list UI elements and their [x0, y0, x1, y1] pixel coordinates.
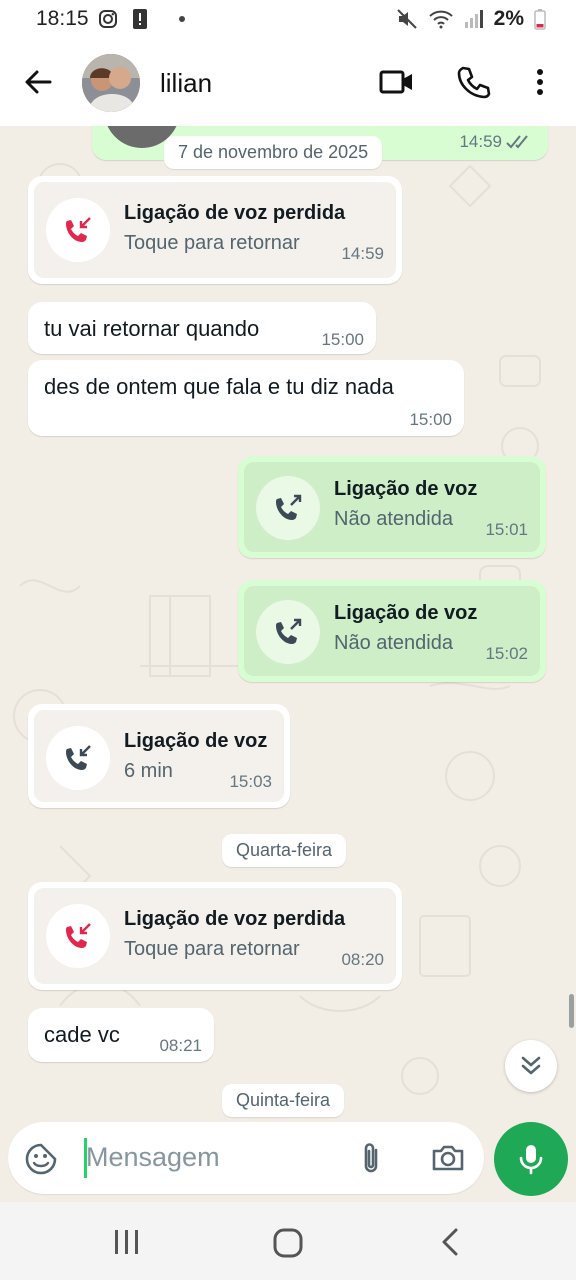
date-separator: Quinta-feira: [222, 1084, 345, 1117]
composer-bar: Mensagem: [0, 1120, 576, 1202]
mute-icon: [396, 9, 417, 29]
message-text: cade vc: [44, 1022, 120, 1047]
back-button[interactable]: [20, 64, 56, 100]
instagram-icon: [99, 10, 117, 28]
mic-icon: [519, 1145, 543, 1175]
message-time: 14:59: [341, 244, 384, 263]
message-bubble-in[interactable]: cade vc 08:21: [28, 1008, 214, 1062]
back-arrow-icon: [25, 70, 52, 94]
date-separator: 7 de novembro de 2025: [164, 136, 383, 169]
call-bubble-missed[interactable]: Ligação de voz perdida Toque para retorn…: [28, 176, 402, 284]
message-text: des de ontem que fala e tu diz nada: [44, 374, 394, 399]
signal-icon: [464, 10, 483, 28]
call-bubble-outgoing[interactable]: Ligação de voz Não atendida 15:02: [238, 580, 546, 682]
voice-call-button[interactable]: [455, 64, 491, 100]
call-subtitle: 6 min: [124, 760, 173, 782]
camera-icon[interactable]: [430, 1141, 466, 1175]
outgoing-call-icon: [276, 494, 302, 520]
call-icon-wrapper: [46, 726, 110, 790]
call-subtitle: Não atendida: [334, 508, 453, 530]
missed-call-icon: [66, 923, 91, 948]
wifi-icon: [428, 10, 453, 29]
call-icon-wrapper: [46, 904, 110, 968]
call-title: Ligação de voz perdida: [124, 908, 346, 930]
more-options-button[interactable]: [522, 64, 558, 100]
message-bubble-in[interactable]: tu vai retornar quando 15:00: [28, 302, 376, 354]
recent-apps-icon[interactable]: [112, 1228, 142, 1256]
voice-call-icon: [457, 66, 491, 99]
video-call-icon: [379, 70, 412, 94]
call-title: Ligação de voz perdida: [124, 202, 346, 224]
home-icon[interactable]: [272, 1228, 304, 1258]
message-time: 15:00: [321, 330, 364, 349]
message-time: 15:00: [409, 410, 452, 429]
call-icon-wrapper: [46, 198, 110, 262]
battery-low-icon: [534, 9, 546, 30]
call-card[interactable]: Ligação de voz perdida Toque para retorn…: [34, 182, 396, 278]
dot-icon: [179, 16, 185, 22]
message-input-box[interactable]: Mensagem: [8, 1122, 484, 1194]
call-bubble-incoming[interactable]: Ligação de voz 6 min 15:03: [28, 704, 290, 808]
message-time: 15:02: [485, 644, 528, 663]
alert-icon: [133, 9, 147, 29]
message-bubble-in[interactable]: des de ontem que fala e tu diz nada 15:0…: [28, 360, 464, 436]
call-title: Ligação de voz: [334, 478, 478, 500]
call-title: Ligação de voz: [334, 602, 478, 624]
call-card[interactable]: Ligação de voz 6 min 15:03: [34, 710, 284, 802]
more-options-icon: [537, 69, 543, 95]
missed-call-icon: [66, 217, 91, 242]
scroll-to-bottom-button[interactable]: [505, 1040, 557, 1092]
call-bubble-missed[interactable]: Ligação de voz perdida Toque para retorn…: [28, 882, 402, 990]
chat-header: lilian: [0, 40, 576, 126]
scrollbar-thumb[interactable]: [569, 994, 574, 1028]
video-call-button[interactable]: [379, 64, 415, 100]
message-text: tu vai retornar quando: [44, 316, 260, 341]
call-subtitle: Não atendida: [334, 632, 453, 654]
outgoing-call-icon: [276, 618, 302, 644]
message-input[interactable]: Mensagem: [86, 1142, 220, 1173]
call-card[interactable]: Ligação de voz Não atendida 15:02: [244, 586, 540, 676]
message-time: 15:01: [485, 520, 528, 539]
chevron-double-down-icon: [521, 1056, 541, 1075]
contact-name[interactable]: lilian: [160, 68, 212, 99]
read-receipt-icon: [506, 135, 528, 149]
status-bar: 18:15 2%: [0, 0, 576, 40]
sticker-icon[interactable]: [24, 1142, 58, 1176]
call-card[interactable]: Ligação de voz perdida Toque para retorn…: [34, 888, 396, 984]
battery-percent: 2%: [493, 7, 524, 30]
back-nav-icon[interactable]: [436, 1226, 464, 1258]
message-time: 15:03: [229, 772, 272, 791]
attach-icon[interactable]: [354, 1140, 388, 1176]
message-time: 08:21: [159, 1036, 202, 1055]
call-bubble-outgoing[interactable]: Ligação de voz Não atendida 15:01: [238, 456, 546, 558]
call-subtitle: Toque para retornar: [124, 232, 300, 254]
call-icon-wrapper: [256, 476, 320, 540]
call-icon-wrapper: [256, 600, 320, 664]
system-nav-bar: [0, 1202, 576, 1280]
date-separator: Quarta-feira: [222, 834, 347, 867]
message-time: 08:20: [341, 950, 384, 969]
call-subtitle: Toque para retornar: [124, 938, 300, 960]
call-card[interactable]: Ligação de voz Não atendida 15:01: [244, 462, 540, 552]
incoming-call-icon: [66, 745, 91, 770]
message-time: 14:59: [459, 132, 502, 151]
call-title: Ligação de voz: [124, 730, 268, 752]
contact-avatar[interactable]: [82, 54, 140, 112]
status-time: 18:15: [36, 7, 89, 30]
voice-record-button[interactable]: [494, 1122, 568, 1196]
chat-area[interactable]: 14:59 7 de novembro de 2025 Ligação de v…: [0, 126, 576, 1120]
